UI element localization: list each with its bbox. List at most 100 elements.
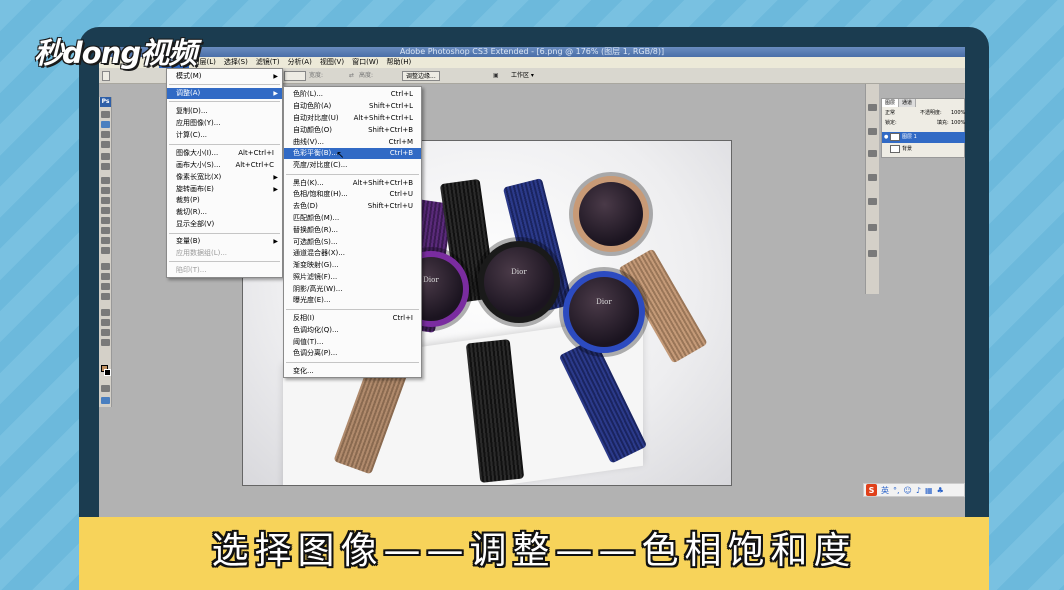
stamp-tool-icon[interactable]: [101, 197, 110, 204]
workspace-button[interactable]: 工作区 ▾: [511, 71, 534, 81]
menu-item-variables[interactable]: 变量(B) ▶: [167, 236, 282, 247]
keyboard-icon[interactable]: ▦: [925, 484, 933, 496]
menu-help[interactable]: 帮助(H): [382, 57, 415, 68]
brushes-panel-icon[interactable]: [868, 150, 877, 157]
pen-tool-icon[interactable]: [101, 263, 110, 270]
paragraph-panel-icon[interactable]: [868, 224, 877, 231]
menu-item-replace-color[interactable]: 替换颜色(R)...: [284, 225, 421, 236]
menu-item-channel-mixer[interactable]: 通道混合器(X)...: [284, 248, 421, 259]
menu-filter[interactable]: 滤镜(T): [252, 57, 284, 68]
opacity-input[interactable]: 100%: [951, 109, 965, 118]
menu-item-duplicate[interactable]: 复制(D)...: [167, 106, 282, 117]
sogou-icon[interactable]: S: [866, 484, 877, 496]
menu-item-variations[interactable]: 变化...: [284, 366, 421, 377]
layer-row[interactable]: 背景: [882, 144, 965, 155]
menu-item-desaturate[interactable]: 去色(D) Shift+Ctrl+U: [284, 201, 421, 212]
character-panel-icon[interactable]: [868, 198, 877, 205]
tab-layers[interactable]: 图层: [882, 99, 900, 107]
menu-item-rotate-canvas[interactable]: 旋转画布(E) ▶: [167, 184, 282, 195]
menu-item-canvas-size[interactable]: 画布大小(S)... Alt+Ctrl+C: [167, 160, 282, 171]
menu-item-black-white[interactable]: 黑白(K)... Alt+Shift+Ctrl+B: [284, 178, 421, 189]
menu-item-invert[interactable]: 反相(I) Ctrl+I: [284, 313, 421, 324]
blend-mode-select[interactable]: 正常: [885, 110, 895, 116]
background-color-swatch[interactable]: [104, 369, 111, 376]
history-panel-icon[interactable]: [868, 104, 877, 111]
healing-tool-icon[interactable]: [101, 177, 110, 184]
menu-item-photo-filter[interactable]: 照片滤镜(F)...: [284, 272, 421, 283]
lasso-tool-icon[interactable]: [101, 131, 110, 138]
menu-select[interactable]: 选择(S): [220, 57, 252, 68]
menu-item-auto-levels[interactable]: 自动色阶(A) Shift+Ctrl+L: [284, 101, 421, 112]
menu-item-gradient-map[interactable]: 渐变映射(G)...: [284, 260, 421, 271]
menu-item-brightness-contrast[interactable]: 亮度/对比度(C)...: [284, 160, 421, 171]
menu-analysis[interactable]: 分析(A): [284, 57, 316, 68]
zoom-tool-icon[interactable]: [101, 339, 110, 346]
hand-tool-icon[interactable]: [101, 329, 110, 336]
punctuation-icon[interactable]: °,: [893, 484, 900, 496]
menu-item-trim[interactable]: 裁切(R)...: [167, 207, 282, 218]
magic-wand-tool-icon[interactable]: [101, 141, 110, 148]
gradient-tool-icon[interactable]: [101, 227, 110, 234]
menu-item-exposure[interactable]: 曝光度(E)...: [284, 295, 421, 306]
menu-item-pixel-aspect[interactable]: 像素长宽比(X) ▶: [167, 172, 282, 183]
menu-item-crop[interactable]: 裁剪(P): [167, 195, 282, 206]
eye-icon[interactable]: ●: [884, 132, 888, 143]
menu-item-auto-contrast[interactable]: 自动对比度(U) Alt+Shift+Ctrl+L: [284, 113, 421, 124]
menu-item-calculations[interactable]: 计算(C)...: [167, 130, 282, 141]
marquee-tool-icon[interactable]: [101, 121, 110, 128]
blend-opacity-row: 正常 不透明度: 100%: [882, 109, 965, 118]
menu-item-equalize[interactable]: 色调均化(Q)...: [284, 325, 421, 336]
menu-window[interactable]: 窗口(W): [348, 57, 382, 68]
menu-item-apply-data-set: 应用数据组(L)...: [176, 249, 228, 257]
menu-item-curves[interactable]: 曲线(V)... Ctrl+M: [284, 137, 421, 148]
slice-tool-icon[interactable]: [101, 163, 110, 170]
menu-item-adjustments[interactable]: 调整(A) ▶: [167, 88, 282, 99]
type-tool-icon[interactable]: [101, 273, 110, 280]
brush-tool-icon[interactable]: [101, 187, 110, 194]
ime-tray: S 英 °, ☺ ♪ ▦ ♣: [863, 483, 965, 497]
blur-tool-icon[interactable]: [101, 237, 110, 244]
menu-item-match-color[interactable]: 匹配颜色(M)...: [284, 213, 421, 224]
quick-mask-icon[interactable]: [101, 385, 110, 392]
crop-tool-icon[interactable]: [101, 153, 110, 160]
eyedropper-tool-icon[interactable]: [101, 319, 110, 326]
swap-icon[interactable]: ⇄: [349, 71, 354, 81]
menu-item-reveal-all[interactable]: 显示全部(V): [167, 219, 282, 230]
eraser-tool-icon[interactable]: [101, 217, 110, 224]
history-brush-icon[interactable]: [101, 207, 110, 214]
screen-mode-icon[interactable]: [101, 397, 110, 404]
path-select-icon[interactable]: [101, 283, 110, 290]
menu-item-posterize[interactable]: 色调分离(P)...: [284, 348, 421, 359]
layer-comps-icon[interactable]: [868, 250, 877, 257]
ime-language[interactable]: 英: [881, 484, 889, 496]
menu-view[interactable]: 视图(V): [316, 57, 348, 68]
voice-icon[interactable]: ♪: [916, 484, 921, 496]
menu-item-auto-color[interactable]: 自动颜色(O) Shift+Ctrl+B: [284, 125, 421, 136]
layer-name: 背景: [902, 146, 913, 152]
layer-thumbnail: [890, 145, 900, 153]
refine-edge-button[interactable]: 调整边缘...: [402, 71, 440, 81]
blue-watch: Dior: [563, 271, 645, 353]
actions-panel-icon[interactable]: [868, 128, 877, 135]
shape-tool-icon[interactable]: [101, 293, 110, 300]
emoji-icon[interactable]: ☺: [904, 484, 912, 496]
dodge-tool-icon[interactable]: [101, 247, 110, 254]
menu-item-selective-color[interactable]: 可选颜色(S)...: [284, 237, 421, 248]
panel-dock: [865, 84, 879, 294]
menu-item-apply-image[interactable]: 应用图像(Y)...: [167, 118, 282, 129]
menu-item-levels[interactable]: 色阶(L)... Ctrl+L: [284, 89, 421, 100]
tab-channels[interactable]: 通道: [899, 99, 917, 107]
fill-input[interactable]: 100%: [951, 119, 965, 128]
image-menu: 模式(M) ▶ 调整(A) ▶ 复制(D)... 应用图像(Y)... 计算(C).…: [166, 68, 283, 278]
clone-source-icon[interactable]: [868, 174, 877, 181]
menu-item-threshold[interactable]: 阈值(T)...: [284, 337, 421, 348]
menu-item-color-balance[interactable]: 色彩平衡(B)... Ctrl+B: [284, 148, 421, 159]
notes-tool-icon[interactable]: [101, 309, 110, 316]
move-tool-icon[interactable]: [101, 111, 110, 118]
style-dropdown[interactable]: [284, 71, 306, 81]
menu-item-shadow-highlight[interactable]: 阴影/高光(W)...: [284, 284, 421, 295]
menu-item-hue-saturation[interactable]: 色相/饱和度(H)... Ctrl+U: [284, 189, 421, 200]
layer-row[interactable]: ● 图层 1: [882, 132, 965, 143]
menu-item-image-size[interactable]: 图像大小(I)... Alt+Ctrl+I: [167, 148, 282, 159]
skin-icon[interactable]: ♣: [937, 484, 944, 496]
